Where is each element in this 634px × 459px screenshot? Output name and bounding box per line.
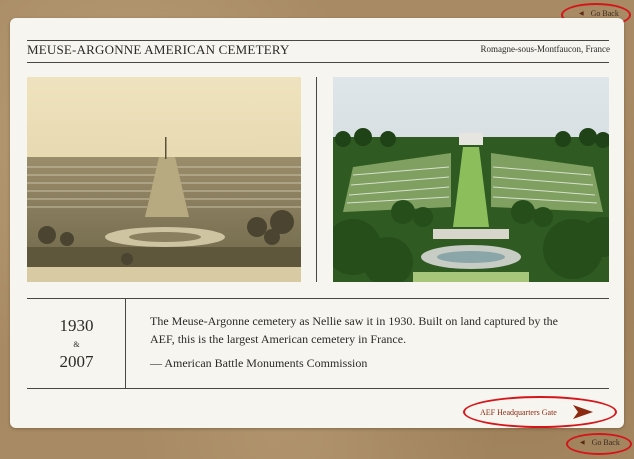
cemetery-2007-photo: [333, 77, 609, 282]
content-card: MEUSE-ARGONNE AMERICAN CEMETERY Romagne-…: [10, 18, 624, 428]
caption-credit: — American Battle Monuments Commission: [150, 356, 368, 370]
location-label: Romagne-sous-Montfaucon, France: [480, 44, 610, 54]
caption-text: The Meuse-Argonne cemetery as Nellie saw…: [150, 314, 558, 346]
cemetery-1930-photo: [27, 77, 301, 282]
years-block: 1930 & 2007: [27, 298, 126, 388]
photo-divider: [316, 77, 317, 282]
year-2007: 2007: [59, 352, 94, 371]
photo-caption: The Meuse-Argonne cemetery as Nellie saw…: [150, 312, 585, 378]
body-rule-bottom: [27, 388, 609, 389]
header-rule-top: [27, 40, 609, 41]
page-title: MEUSE-ARGONNE AMERICAN CEMETERY: [27, 42, 290, 57]
header-rule-bottom: [27, 62, 609, 63]
highlight-oval-bottom: [566, 433, 632, 455]
year-connector: &: [73, 340, 80, 349]
year-1930: 1930: [59, 316, 94, 335]
highlight-oval-next: [463, 396, 617, 428]
